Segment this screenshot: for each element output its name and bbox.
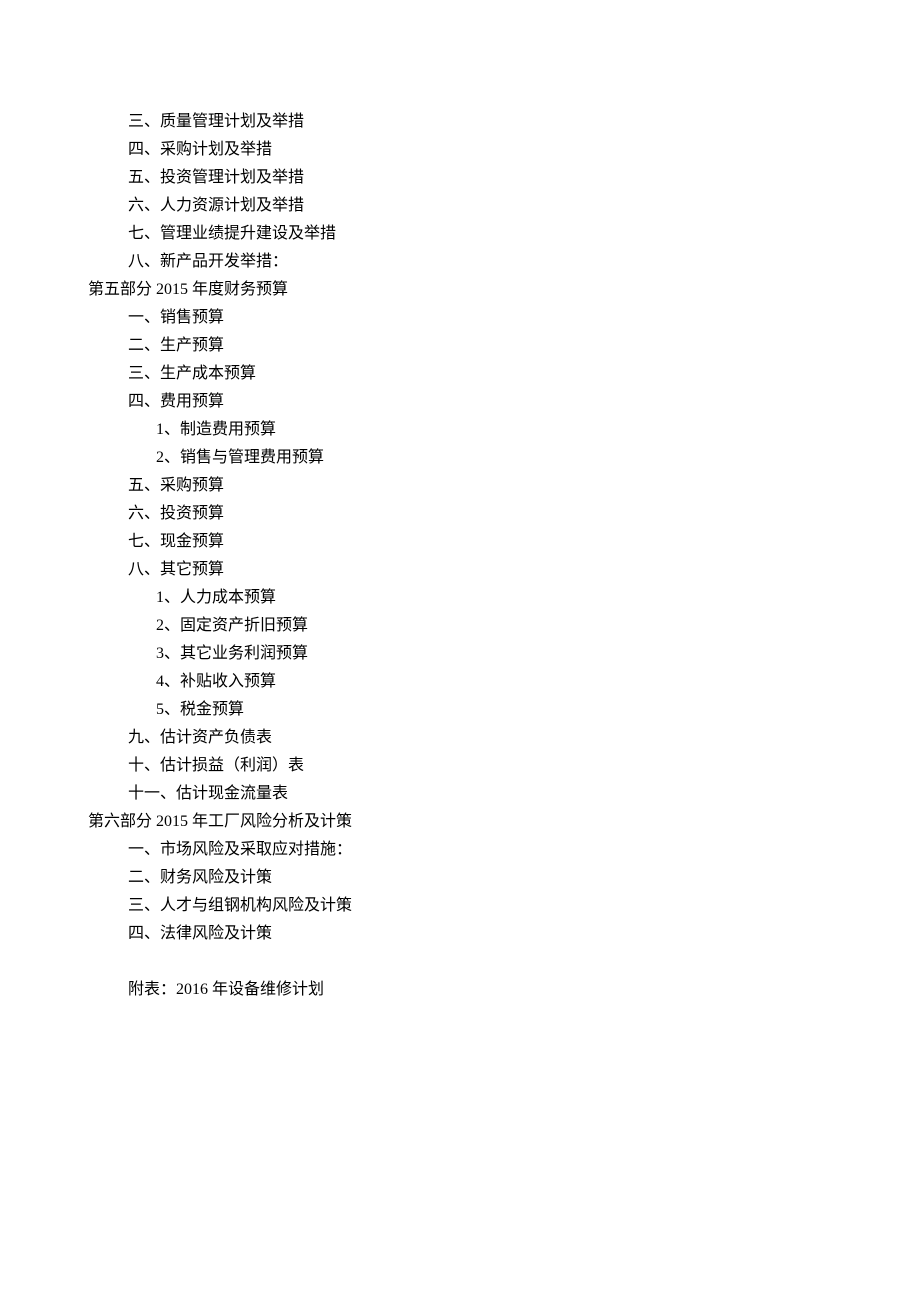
outline-line: 3、其它业务利润预算 <box>88 640 832 668</box>
outline-line: 2、销售与管理费用预算 <box>88 444 832 472</box>
outline-line: 五、采购预算 <box>88 472 832 500</box>
outline-line: 七、管理业绩提升建设及举措 <box>88 220 832 248</box>
appendix-line: 附表：2016 年设备维修计划 <box>88 976 832 1004</box>
outline-line: 七、现金预算 <box>88 528 832 556</box>
outline-line: 四、法律风险及计策 <box>88 920 832 948</box>
outline-line: 九、估计资产负债表 <box>88 724 832 752</box>
outline-line: 八、新产品开发举措： <box>88 248 832 276</box>
outline-line: 三、人才与组钢机构风险及计策 <box>88 892 832 920</box>
outline-line: 二、生产预算 <box>88 332 832 360</box>
outline-line: 三、生产成本预算 <box>88 360 832 388</box>
outline-line: 十、估计损益（利润）表 <box>88 752 832 780</box>
outline-line: 六、人力资源计划及举措 <box>88 192 832 220</box>
outline-line: 4、补贴收入预算 <box>88 668 832 696</box>
outline-line: 二、财务风险及计策 <box>88 864 832 892</box>
outline-line: 三、质量管理计划及举措 <box>88 108 832 136</box>
outline-line: 1、人力成本预算 <box>88 584 832 612</box>
document-body: 三、质量管理计划及举措四、采购计划及举措五、投资管理计划及举措六、人力资源计划及… <box>88 108 832 1004</box>
outline-line: 第五部分 2015 年度财务预算 <box>88 276 832 304</box>
outline-line: 八、其它预算 <box>88 556 832 584</box>
outline-line: 1、制造费用预算 <box>88 416 832 444</box>
outline-line: 十一、估计现金流量表 <box>88 780 832 808</box>
outline-line: 5、税金预算 <box>88 696 832 724</box>
outline-line: 四、费用预算 <box>88 388 832 416</box>
outline-line: 六、投资预算 <box>88 500 832 528</box>
outline-list: 三、质量管理计划及举措四、采购计划及举措五、投资管理计划及举措六、人力资源计划及… <box>88 108 832 948</box>
outline-line: 2、固定资产折旧预算 <box>88 612 832 640</box>
outline-line: 五、投资管理计划及举措 <box>88 164 832 192</box>
outline-line: 一、销售预算 <box>88 304 832 332</box>
outline-line: 第六部分 2015 年工厂风险分析及计策 <box>88 808 832 836</box>
outline-line: 一、市场风险及采取应对措施： <box>88 836 832 864</box>
outline-line: 四、采购计划及举措 <box>88 136 832 164</box>
